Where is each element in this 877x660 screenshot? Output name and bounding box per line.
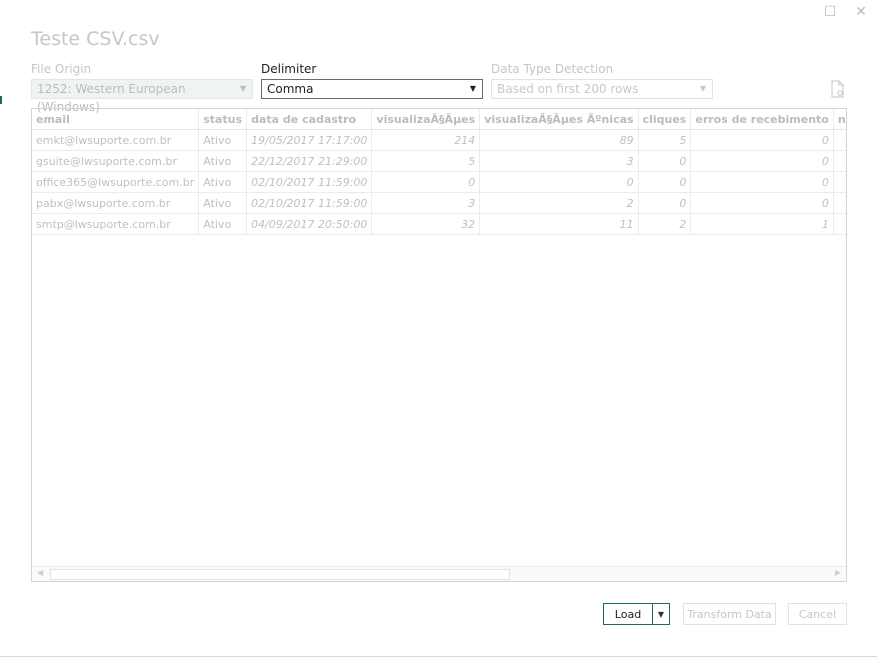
load-options-button[interactable]: ▼: [652, 603, 670, 625]
table-row: emkt@lwsuporte.com.br Ativo 19/05/2017 1…: [32, 129, 846, 151]
file-settings-icon[interactable]: [828, 80, 846, 98]
horizontal-scrollbar[interactable]: ◀ ▶: [32, 566, 846, 581]
table-cell: office365@lwsuporte.com.br: [32, 171, 200, 193]
scroll-left-icon[interactable]: ◀: [37, 568, 43, 577]
table-cell: Ativo: [198, 150, 248, 172]
import-dialog: ☐ ✕ Teste CSV.csv File Origin Delimiter …: [0, 0, 877, 657]
table-row: gsuite@lwsuporte.com.br Ativo 22/12/2017…: [32, 150, 846, 172]
file-origin-label: File Origin: [31, 62, 92, 76]
table-cell: 3: [371, 192, 481, 214]
table-cell: 0: [690, 192, 834, 214]
header-row: email status data de cadastro visualizaÃ…: [32, 109, 846, 130]
delimiter-select[interactable]: Comma ▼: [261, 79, 483, 99]
table-cell: 32: [371, 213, 481, 235]
table-cell: 0: [638, 171, 692, 193]
data-type-detection-select[interactable]: Based on first 200 rows ▼: [491, 79, 713, 99]
table-cell: emkt@lwsuporte.com.br: [32, 129, 200, 151]
column-header[interactable]: status: [198, 109, 248, 130]
table-cell: 5: [638, 129, 692, 151]
table-cell: [833, 150, 846, 172]
table-cell: 04/09/2017 20:50:00: [246, 213, 373, 235]
table-cell: [833, 213, 846, 235]
table-cell: [833, 129, 846, 151]
table-cell: 0: [638, 192, 692, 214]
table-row: office365@lwsuporte.com.br Ativo 02/10/2…: [32, 171, 846, 193]
table-cell: 02/10/2017 11:59:00: [246, 171, 373, 193]
table-cell: [833, 192, 846, 214]
dialog-title: Teste CSV.csv: [31, 28, 160, 50]
chevron-down-icon: ▼: [657, 609, 665, 619]
table-cell: 0: [371, 171, 481, 193]
chevron-down-icon: ▼: [699, 84, 706, 93]
table-cell: 0: [638, 150, 692, 172]
maximize-icon[interactable]: ☐: [821, 3, 839, 21]
table-cell: [833, 171, 846, 193]
column-header[interactable]: erros de recebimento: [690, 109, 834, 130]
transform-data-button[interactable]: Transform Data: [683, 603, 776, 625]
data-type-detection-value: Based on first 200 rows: [497, 82, 639, 96]
table-cell: 02/10/2017 11:59:00: [246, 192, 373, 214]
column-header[interactable]: visualizaÃ§Ãµes: [371, 109, 481, 130]
table-cell: 1: [690, 213, 834, 235]
table-cell: 0: [690, 171, 834, 193]
table-cell: 2: [479, 192, 639, 214]
table-row: smtp@lwsuporte.com.br Ativo 04/09/2017 2…: [32, 213, 846, 235]
scrollbar-thumb[interactable]: [50, 569, 510, 580]
delimiter-label: Delimiter: [261, 62, 317, 76]
table-row: pabx@lwsuporte.com.br Ativo 02/10/2017 1…: [32, 192, 846, 214]
table-cell: Ativo: [198, 171, 248, 193]
column-header[interactable]: data de cadastro: [246, 109, 373, 130]
table-cell: Ativo: [198, 129, 248, 151]
left-accent-bar: [0, 96, 2, 104]
chevron-down-icon: ▼: [469, 84, 476, 93]
column-header[interactable]: email: [32, 109, 200, 130]
column-header[interactable]: nÃºmero: [833, 109, 846, 130]
table-cell: smtp@lwsuporte.com.br: [32, 213, 200, 235]
table-cell: 2: [638, 213, 692, 235]
table-cell: 0: [690, 150, 834, 172]
table-cell: 11: [479, 213, 639, 235]
table-cell: 214: [371, 129, 481, 151]
file-origin-select[interactable]: 1252: Western European (Windows) ▼: [31, 79, 253, 114]
scroll-right-icon[interactable]: ▶: [835, 568, 841, 577]
data-type-detection-label: Data Type Detection: [491, 62, 614, 76]
cancel-button[interactable]: Cancel: [788, 603, 847, 625]
data-preview-grid[interactable]: email status data de cadastro visualizaÃ…: [31, 108, 847, 582]
table-cell: 0: [479, 171, 639, 193]
load-button[interactable]: Load: [603, 603, 653, 625]
table-cell: 89: [479, 129, 639, 151]
table-cell: 0: [690, 129, 834, 151]
table-cell: 5: [371, 150, 481, 172]
preview-table: email status data de cadastro visualizaÃ…: [32, 109, 846, 235]
table-cell: Ativo: [198, 192, 248, 214]
column-header[interactable]: cliques: [638, 109, 692, 130]
column-header[interactable]: visualizaÃ§Ãµes Ãºnicas: [479, 109, 639, 130]
table-cell: gsuite@lwsuporte.com.br: [32, 150, 200, 172]
close-icon[interactable]: ✕: [852, 3, 870, 21]
table-cell: pabx@lwsuporte.com.br: [32, 192, 200, 214]
table-cell: 3: [479, 150, 639, 172]
table-cell: 22/12/2017 21:29:00: [246, 150, 373, 172]
table-cell: Ativo: [198, 213, 248, 235]
delimiter-value: Comma: [267, 82, 314, 96]
table-cell: 19/05/2017 17:17:00: [246, 129, 373, 151]
chevron-down-icon: ▼: [239, 84, 246, 93]
